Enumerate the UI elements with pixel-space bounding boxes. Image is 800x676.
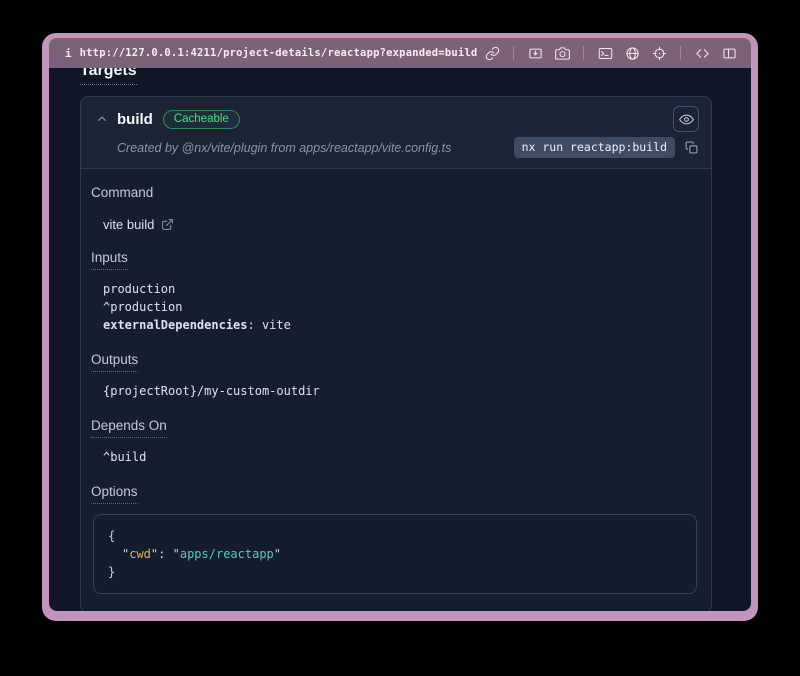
input-item: ^production — [103, 298, 699, 316]
input-item: production — [103, 280, 699, 298]
build-target-header[interactable]: build Cacheable Created by @nx/vite/plug… — [81, 97, 711, 169]
output-item: {projectRoot}/my-custom-outdir — [103, 382, 699, 400]
created-by-text: Created by @nx/vite/plugin from apps/rea… — [117, 141, 451, 155]
eye-icon — [679, 112, 694, 127]
section-inputs-label: Inputs — [91, 250, 699, 270]
page-title: Targets — [80, 68, 137, 85]
target-name: build — [117, 111, 153, 128]
camera-icon[interactable] — [553, 44, 571, 62]
json-colon: : — [158, 547, 172, 561]
named-input-key: externalDependencies — [103, 318, 248, 332]
copy-icon — [685, 141, 698, 154]
depends-on-item: ^build — [103, 448, 699, 466]
options-code-block: { "cwd": "apps/reactapp" } — [93, 514, 697, 594]
url-bar[interactable]: http://127.0.0.1:4211/project-details/re… — [80, 47, 478, 59]
json-key: cwd — [129, 547, 151, 561]
json-property-line: "cwd": "apps/reactapp" — [108, 545, 682, 563]
toolbar-divider — [583, 46, 584, 60]
toolbar-divider — [680, 46, 681, 60]
browser-window: i http://127.0.0.1:4211/project-details/… — [42, 33, 758, 621]
code-icon[interactable] — [693, 44, 711, 62]
depends-on-list: ^build — [103, 448, 699, 466]
project-details-page: Targets build Cacheable — [49, 68, 751, 611]
info-icon: i — [65, 47, 72, 60]
command-value: vite build — [103, 217, 154, 232]
external-link-icon — [161, 218, 174, 231]
build-target-body: Command vite build Inputs production ^pr… — [81, 169, 711, 611]
link-icon[interactable] — [483, 44, 501, 62]
section-command-label: Command — [91, 185, 699, 205]
split-view-icon[interactable] — [720, 44, 738, 62]
section-depends-on-label: Depends On — [91, 418, 699, 438]
terminal-icon[interactable] — [596, 44, 614, 62]
globe-icon[interactable] — [623, 44, 641, 62]
inputs-list: production ^production externalDependenc… — [103, 280, 699, 334]
json-close-brace: } — [108, 563, 682, 581]
named-input-value: : vite — [248, 318, 291, 332]
json-value: apps/reactapp — [180, 547, 274, 561]
view-target-graph-button[interactable] — [673, 106, 699, 132]
section-outputs-label: Outputs — [91, 352, 699, 372]
outputs-list: {projectRoot}/my-custom-outdir — [103, 382, 699, 400]
chevron-up-icon[interactable] — [93, 110, 111, 128]
save-frame-icon[interactable] — [526, 44, 544, 62]
titlebar: i http://127.0.0.1:4211/project-details/… — [49, 38, 751, 68]
build-target-card: build Cacheable Created by @nx/vite/plug… — [80, 96, 712, 611]
copy-command-button[interactable] — [683, 140, 699, 156]
section-options-label: Options — [91, 484, 699, 504]
command-value-link[interactable]: vite build — [103, 217, 699, 232]
crosshair-icon[interactable] — [650, 44, 668, 62]
cacheable-badge: Cacheable — [163, 110, 240, 129]
toolbar-divider — [513, 46, 514, 60]
run-command-chip: nx run reactapp:build — [514, 137, 675, 158]
json-open-brace: { — [108, 527, 682, 545]
input-item: externalDependencies: vite — [103, 316, 699, 334]
